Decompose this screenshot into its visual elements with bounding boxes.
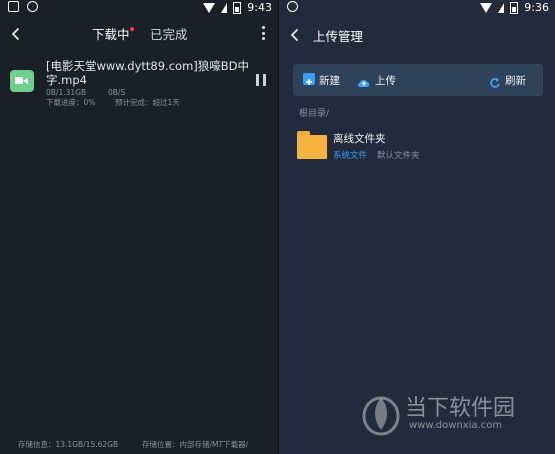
refresh-icon: [489, 74, 501, 88]
more-menu-button[interactable]: [262, 26, 266, 40]
video-file-icon: [10, 70, 34, 92]
watermark: 当下软件园 www.downxia.com: [361, 386, 541, 446]
upload-button[interactable]: 上传: [353, 64, 409, 96]
wifi-icon: [203, 2, 216, 13]
page-title: 上传管理: [313, 29, 364, 44]
folder-desc: 默认文件夹: [377, 151, 420, 161]
refresh-button-label: 刷新: [505, 75, 526, 87]
chevron-left-icon: [290, 29, 298, 41]
more-dot-icon: [262, 26, 265, 29]
status-time: 9:36: [524, 1, 549, 14]
tab-completed[interactable]: 已完成: [150, 24, 188, 43]
new-button-label: 新建: [319, 75, 340, 87]
back-button[interactable]: [8, 26, 24, 42]
folder-icon: [297, 131, 327, 159]
refresh-button[interactable]: 刷新: [489, 64, 543, 96]
download-progress: 下载进度：0%: [46, 98, 96, 107]
pause-bar-icon: [263, 74, 266, 86]
storage-info: 存储信息：13.1GB/15.62GB: [18, 440, 119, 449]
watermark-logo-icon: [362, 396, 400, 436]
signal-icon: [498, 2, 505, 13]
chevron-left-icon: [11, 28, 19, 40]
pause-bar-icon: [256, 74, 259, 86]
download-size: 0B/1.31GB: [46, 88, 87, 97]
folder-name: 离线文件夹: [333, 133, 386, 145]
watermark-url: www.downxia.com: [409, 420, 503, 431]
watermark-brand: 当下软件园: [405, 396, 516, 421]
cloud-upload-icon: [357, 74, 370, 87]
signal-icon: [221, 2, 228, 13]
download-title-line2: 字.mp4: [46, 73, 87, 87]
folder-tag: 系统文件: [333, 151, 368, 161]
upload-button-label: 上传: [375, 75, 396, 87]
wifi-icon: [480, 2, 493, 13]
app-notification-icon: [287, 1, 298, 12]
download-eta: 预计完成：超过1天: [115, 98, 180, 107]
download-manager-screen: 9:43 下载中 已完成 [电影天堂www.dytt89.com]狼嚎BD中 字…: [0, 0, 278, 454]
status-bar: 9:43: [0, 0, 278, 14]
more-dot-icon: [262, 37, 265, 40]
storage-location: 存储位置：内部存储/MT下载器/: [142, 440, 249, 449]
add-folder-icon: [303, 73, 315, 85]
new-indicator-dot: [130, 27, 134, 31]
download-speed: 0B/S: [108, 88, 126, 97]
back-button[interactable]: [287, 27, 303, 43]
tab-downloading[interactable]: 下载中: [92, 24, 130, 43]
tab-downloading-label: 下载中: [92, 27, 130, 42]
notification-icon: [8, 1, 19, 12]
battery-icon: [510, 1, 519, 14]
breadcrumb: 根目录/: [299, 109, 330, 119]
app-notification-icon: [27, 1, 38, 12]
tab-completed-label: 已完成: [150, 27, 188, 42]
status-bar: 9:36: [279, 0, 555, 14]
battery-icon: [233, 1, 242, 14]
pause-button[interactable]: [256, 74, 266, 86]
more-dot-icon: [262, 31, 265, 35]
status-time: 9:43: [247, 1, 272, 14]
new-button[interactable]: 新建: [293, 64, 349, 96]
upload-toolbar: 新建 上传 刷新: [293, 64, 543, 96]
